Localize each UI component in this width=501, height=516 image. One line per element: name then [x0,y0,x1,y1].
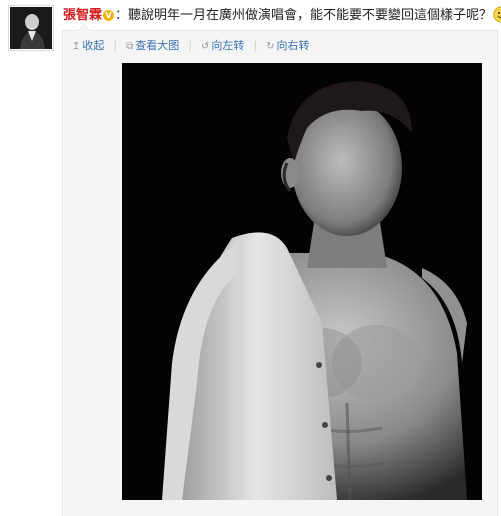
rotate-right-button[interactable]: ↻ 向右转 [266,38,309,55]
post-colon: ： [115,8,129,23]
panel-arrow-inner [79,25,89,31]
collapse-up-icon: ↥ [72,41,81,52]
rotate-left-button[interactable]: ↺ 向左转 [201,38,244,55]
photo-illustration [122,63,482,500]
rotate-right-icon: ↻ [266,41,275,52]
rotate-left-icon: ↺ [200,41,210,52]
media-toolbar: ↥ 收起 | ⧉ 查看大图 | ↺ 向左转 | ↻ 向右转 [72,38,309,54]
avatar-image [10,7,52,49]
username-link[interactable]: 張智霖 [63,8,102,23]
rotate-left-label: 向左转 [211,39,245,52]
toolbar-separator: | [188,39,192,52]
post-line: 張智霖 V ：聽說明年一月在廣州做演唱會，能不能要不要變回這個樣子呢？ [63,6,501,28]
collapse-button[interactable]: ↥ 收起 [72,38,104,55]
post-text: 聽說明年一月在廣州做演唱會，能不能要不要變回這個樣子呢？ [128,8,493,23]
toolbar-separator: | [253,39,258,52]
verified-icon: V [103,10,115,21]
enlarge-icon: ⧉ [126,41,134,52]
view-large-label: 查看大图 [135,39,180,52]
post-photo[interactable] [122,63,482,500]
toolbar-separator: | [113,39,118,52]
view-large-button[interactable]: ⧉ 查看大图 [126,38,179,55]
rotate-right-label: 向右转 [276,39,310,52]
collapse-label: 收起 [82,39,105,52]
grin-emoji-icon [493,6,501,23]
avatar[interactable] [8,5,54,51]
